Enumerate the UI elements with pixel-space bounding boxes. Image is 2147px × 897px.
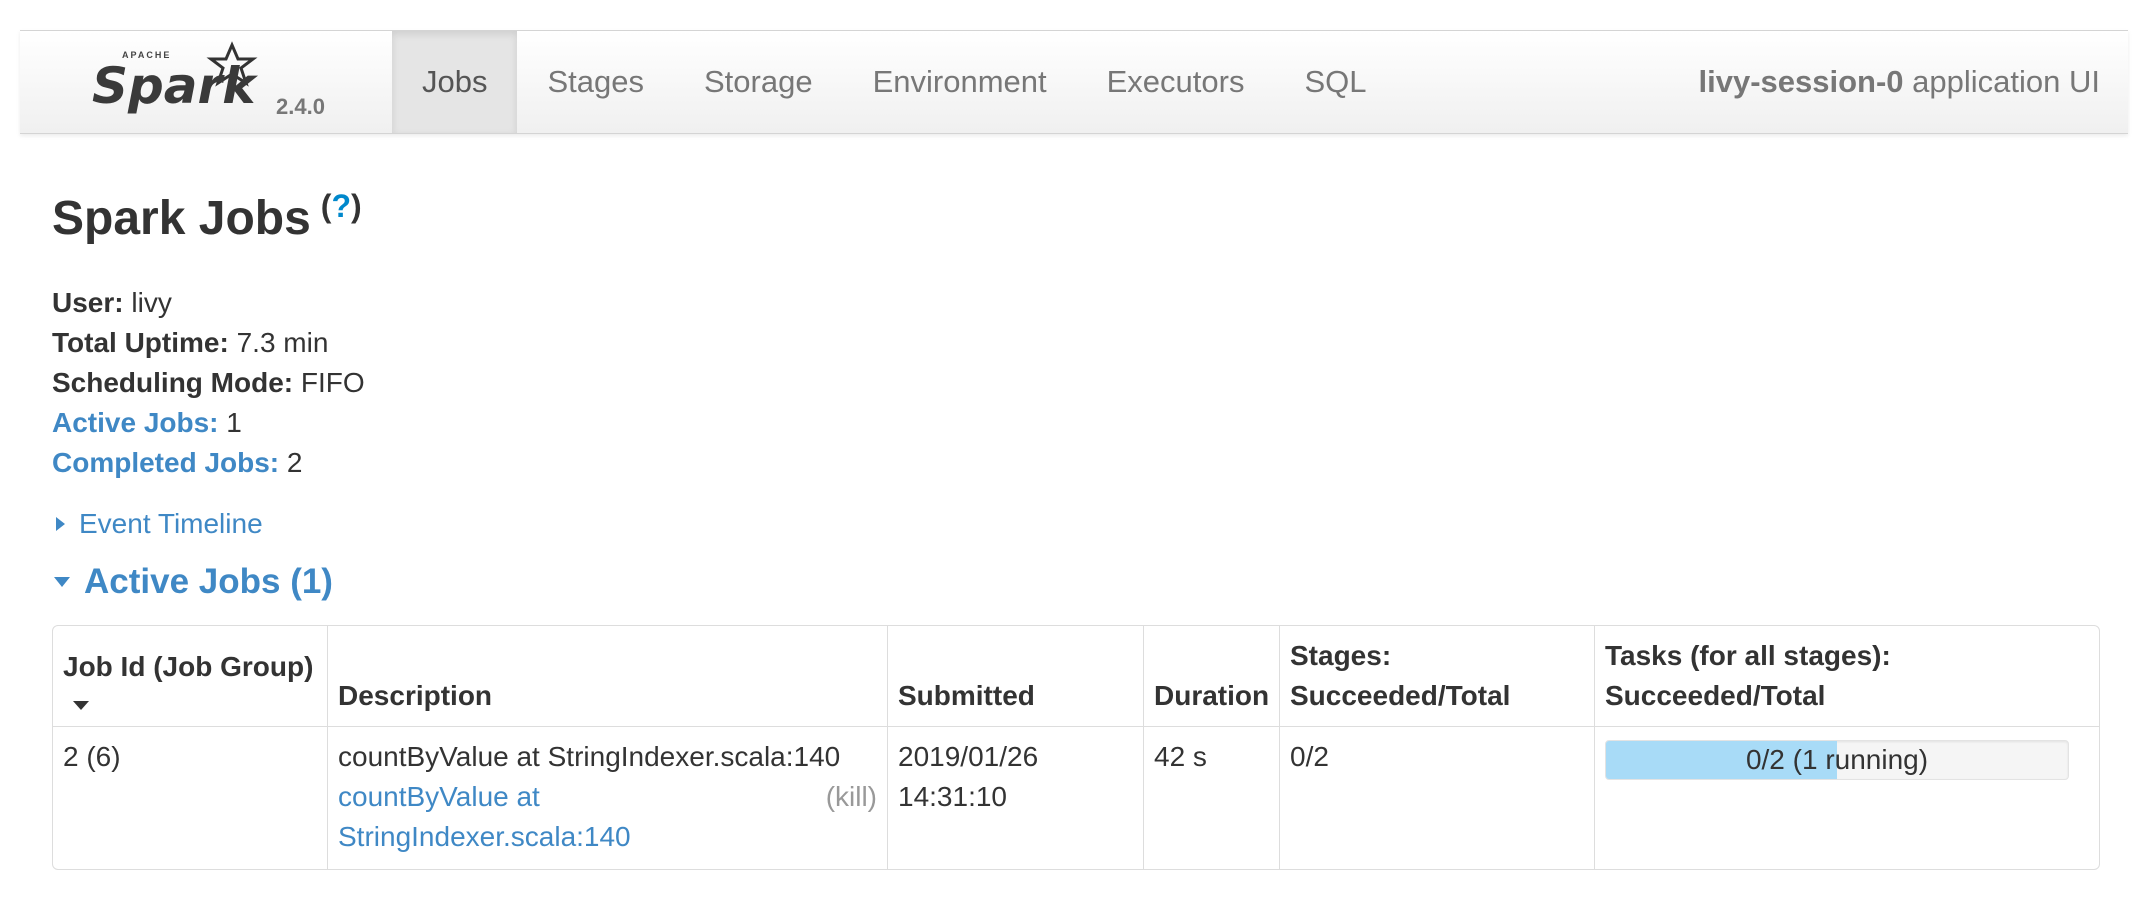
column-stages-label-1: Stages: [1290, 640, 1392, 671]
summary-uptime-label: Total Uptime: [52, 327, 229, 358]
event-timeline-label: Event Timeline [79, 508, 263, 539]
summary-active: Active Jobs: 1 [52, 403, 365, 443]
tab-executors[interactable]: Executors [1077, 31, 1275, 133]
tasks-progress-bar: 0/2 (1 running) [1605, 740, 2069, 780]
spark-version: 2.4.0 [276, 94, 325, 119]
table-row: 2 (6) countByValue at StringIndexer.scal… [53, 726, 2099, 869]
table-header-row: Job Id (Job Group) Description Submitted… [53, 626, 2099, 726]
tab-stages[interactable]: Stages [517, 31, 674, 133]
active-jobs-heading[interactable]: Active Jobs (1) [54, 562, 333, 602]
job-link-line-2: StringIndexer.scala:140 [338, 821, 631, 852]
submitted-date: 2019/01/26 [898, 741, 1039, 772]
page-title: Spark Jobs (?) [52, 188, 362, 246]
active-jobs-table: Job Id (Job Group) Description Submitted… [52, 625, 2100, 870]
summary-scheduling-label: Scheduling Mode: [52, 367, 294, 398]
column-duration[interactable]: Duration [1143, 626, 1279, 726]
cell-job-id: 2 (6) [53, 726, 327, 869]
tab-sql[interactable]: SQL [1274, 31, 1396, 133]
summary-active-value: 1 [226, 407, 242, 438]
column-tasks-label-1: Tasks (for all stages): [1605, 640, 1891, 671]
job-description-link[interactable]: countByValue at StringIndexer.scala:140 [338, 781, 631, 852]
help-tooltip: (?) [320, 188, 362, 224]
active-jobs-heading-text: Active Jobs (1) [84, 562, 333, 601]
column-job-id-label: Job Id (Job Group) [63, 651, 314, 682]
nav-tabs: Jobs Stages Storage Environment Executor… [392, 31, 1396, 133]
app-title: livy-session-0 application UI [1698, 31, 2100, 133]
column-job-id[interactable]: Job Id (Job Group) [53, 626, 327, 726]
event-timeline-toggle[interactable]: Event Timeline [56, 508, 263, 540]
column-stages[interactable]: Stages: Succeeded/Total [1279, 626, 1594, 726]
summary-user: User: livy [52, 283, 365, 323]
submitted-time: 14:31:10 [898, 781, 1007, 812]
help-link[interactable]: ? [331, 188, 351, 224]
column-submitted[interactable]: Submitted [887, 626, 1143, 726]
cell-description: countByValue at StringIndexer.scala:140 … [327, 726, 887, 869]
cell-submitted: 2019/01/26 14:31:10 [887, 726, 1143, 869]
top-navbar: APACHE Spark 2.4.0 Jobs Stages Storage E… [20, 30, 2128, 134]
active-jobs-link[interactable]: Active Jobs: [52, 407, 219, 438]
app-name: livy-session-0 [1698, 64, 1904, 99]
cell-tasks: 0/2 (1 running) [1594, 726, 2099, 869]
page-title-text: Spark Jobs [52, 192, 311, 245]
summary-user-label: User: [52, 287, 124, 318]
job-link-line-1: countByValue at [338, 781, 540, 812]
summary-uptime-value: 7.3 min [236, 327, 329, 358]
column-tasks[interactable]: Tasks (for all stages): Succeeded/Total [1594, 626, 2099, 726]
description-link-block: (kill) countByValue at StringIndexer.scal… [338, 777, 877, 857]
completed-jobs-link[interactable]: Completed Jobs: [52, 447, 279, 478]
summary-user-value: livy [131, 287, 172, 318]
column-stages-label-2: Succeeded/Total [1290, 680, 1511, 711]
spark-logo[interactable]: APACHE Spark 2.4.0 [92, 41, 342, 131]
spark-logo-icon: APACHE Spark [92, 41, 258, 115]
column-tasks-label-2: Succeeded/Total [1605, 680, 1826, 711]
tasks-progress-label: 0/2 (1 running) [1745, 744, 1929, 775]
kill-job-button[interactable]: (kill) [826, 777, 877, 817]
tab-jobs[interactable]: Jobs [392, 31, 518, 133]
sort-desc-icon [73, 701, 89, 710]
tab-environment[interactable]: Environment [843, 31, 1077, 133]
arrow-right-icon [56, 516, 65, 531]
column-description[interactable]: Description [327, 626, 887, 726]
cell-stages: 0/2 [1279, 726, 1594, 869]
svg-text:Spark: Spark [92, 57, 258, 115]
summary-scheduling: Scheduling Mode: FIFO [52, 363, 365, 403]
tab-storage[interactable]: Storage [674, 31, 843, 133]
summary-completed: Completed Jobs: 2 [52, 443, 365, 483]
app-suffix: application UI [1912, 64, 2100, 99]
arrow-down-icon [54, 576, 70, 587]
summary-completed-value: 2 [286, 447, 303, 478]
job-summary: User: livy Total Uptime: 7.3 min Schedul… [52, 283, 365, 483]
summary-scheduling-value: FIFO [300, 367, 365, 398]
description-text: countByValue at StringIndexer.scala:140 [338, 741, 841, 772]
summary-uptime: Total Uptime: 7.3 min [52, 323, 365, 363]
cell-duration: 42 s [1143, 726, 1279, 869]
